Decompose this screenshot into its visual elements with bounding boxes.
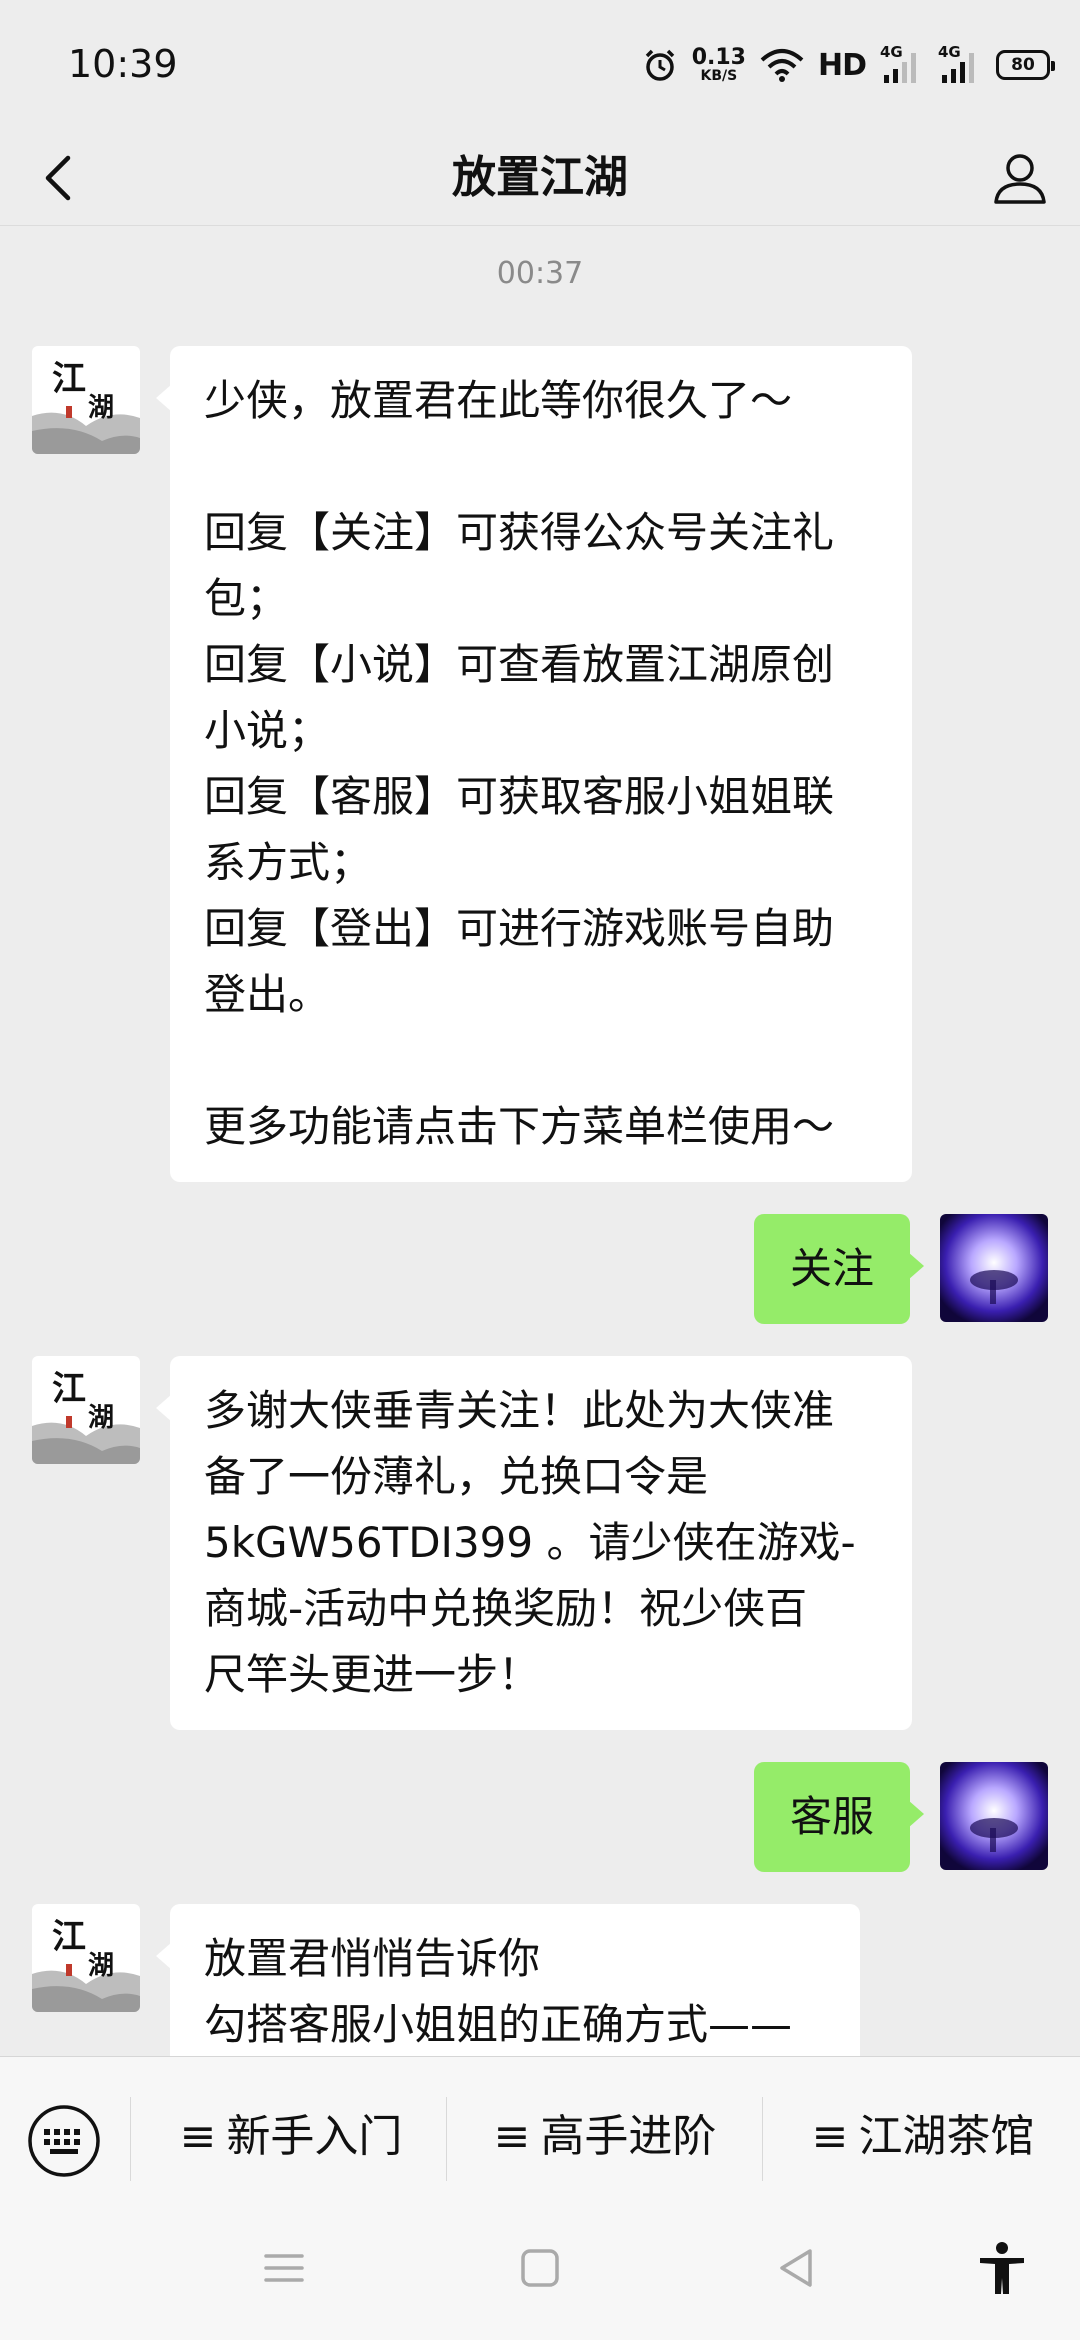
status-bar: 10:39 0.13 KB/S HD 4G 4G 80: [0, 0, 1080, 130]
menu-item-label: 高手进阶: [540, 2111, 717, 2162]
user-avatar-image: [940, 1762, 1048, 1870]
signal-1: 4G: [880, 43, 924, 85]
avatar-char-top: 江: [52, 359, 86, 399]
menu-item-teahouse[interactable]: ≡ 江湖茶馆: [766, 2087, 1080, 2187]
back-arrow-icon[interactable]: [30, 148, 90, 208]
battery-level: 80: [1011, 55, 1035, 75]
user-avatar[interactable]: [940, 1762, 1048, 1870]
user-avatar-image: [940, 1214, 1048, 1322]
message-bubble[interactable]: 放置君悄悄告诉你 勾搭客服小姐姐的正确方式——: [156, 1904, 860, 2056]
message-bubble[interactable]: 多谢大侠垂青关注！此处为大侠准 备了一份薄礼，兑换口令是 5kGW56TDI39…: [156, 1356, 912, 1730]
jianghu-logo-icon: 江 湖: [32, 346, 140, 454]
menu-list-icon: ≡: [493, 2111, 531, 2162]
status-time: 10:39: [68, 42, 178, 86]
keyboard-toggle-icon[interactable]: [26, 2103, 102, 2179]
message-bubble[interactable]: 少侠，放置君在此等你很久了～ 回复【关注】可获得公众号关注礼 包； 回复【小说】…: [156, 346, 912, 1182]
page-title: 放置江湖: [452, 152, 628, 203]
back-triangle-icon[interactable]: [774, 2246, 818, 2290]
status-icons: 0.13 KB/S HD 4G 4G 80: [642, 40, 1055, 90]
menu-item-beginner[interactable]: ≡ 新手入门: [140, 2087, 442, 2187]
avatar-char-top: 江: [52, 1917, 86, 1957]
message-bubble-self[interactable]: 关注: [754, 1214, 924, 1324]
system-nav-bar: [0, 2216, 1080, 2340]
jianghu-logo-icon: 江 湖: [32, 1356, 140, 1464]
battery-icon: 80: [996, 50, 1055, 80]
menu-item-advanced[interactable]: ≡ 高手进阶: [450, 2087, 760, 2187]
profile-icon[interactable]: [990, 148, 1050, 208]
menu-divider: [446, 2097, 447, 2181]
hd-label: HD: [817, 47, 867, 83]
official-account-avatar[interactable]: 江 湖: [32, 1356, 140, 1464]
menu-divider: [762, 2097, 763, 2181]
home-icon[interactable]: [518, 2246, 562, 2290]
official-account-avatar[interactable]: 江 湖: [32, 1904, 140, 2012]
official-account-avatar[interactable]: 江 湖: [32, 346, 140, 454]
menu-divider: [130, 2097, 131, 2181]
avatar-char-bottom: 湖: [88, 393, 114, 423]
nav-bar: 放置江湖: [0, 130, 1080, 226]
chat-area[interactable]: 00:37 江 湖 少侠，放置君在此等你很久了～ 回复【关注】可获得公众号关注礼…: [0, 226, 1080, 2056]
message-bubble-self[interactable]: 客服: [754, 1762, 924, 1872]
net-speed: 0.13 KB/S: [691, 45, 746, 84]
menu-list-icon: ≡: [179, 2111, 217, 2162]
signal-bars-icon: [942, 53, 974, 83]
avatar-char-bottom: 湖: [88, 1403, 114, 1433]
avatar-char-bottom: 湖: [88, 1951, 114, 1981]
wifi-icon: [760, 49, 804, 82]
signal-bars-icon: [884, 53, 916, 83]
alarm-icon: [645, 49, 674, 81]
message-timestamp: 00:37: [496, 256, 584, 291]
menu-bar: ≡ 新手入门 ≡ 高手进阶 ≡ 江湖茶馆: [0, 2056, 1080, 2216]
avatar-char-top: 江: [52, 1369, 86, 1409]
signal-2: 4G: [938, 43, 982, 85]
menu-item-label: 江湖茶馆: [858, 2111, 1035, 2162]
menu-list-icon: ≡: [811, 2111, 849, 2162]
jianghu-logo-icon: 江 湖: [32, 1904, 140, 2012]
user-avatar[interactable]: [940, 1214, 1048, 1322]
net-speed-value: 0.13: [691, 45, 746, 70]
menu-item-label: 新手入门: [226, 2111, 403, 2162]
net-speed-unit: KB/S: [700, 68, 738, 84]
recent-apps-icon[interactable]: [262, 2246, 306, 2290]
accessibility-icon[interactable]: [976, 2240, 1028, 2296]
